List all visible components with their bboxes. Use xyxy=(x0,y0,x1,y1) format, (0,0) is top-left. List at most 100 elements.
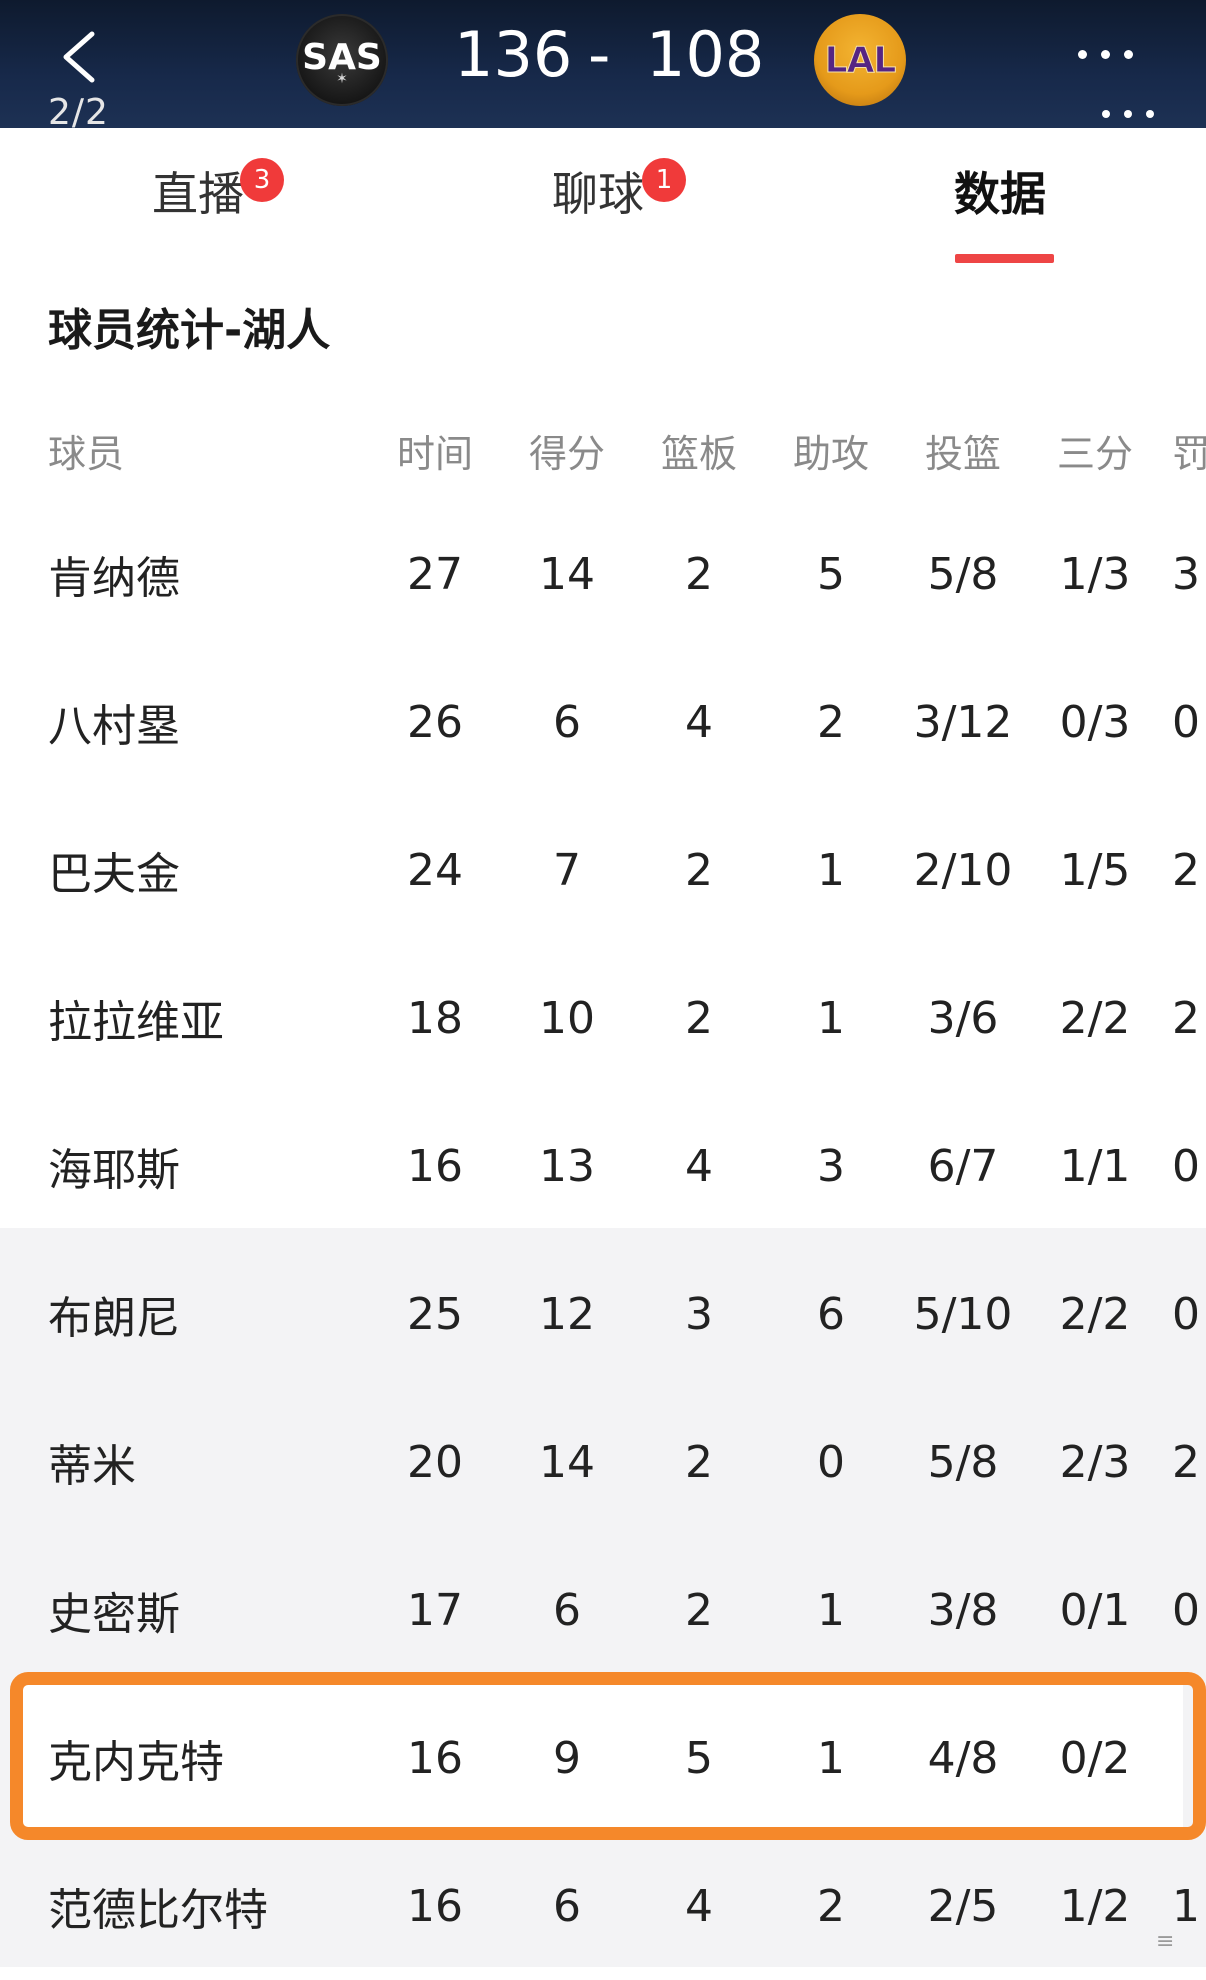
stat-assists: 2 xyxy=(817,1880,845,1932)
stat-assists: 1 xyxy=(817,1584,845,1636)
stat-field-goals: 3/8 xyxy=(927,1584,999,1636)
stat-minutes: 17 xyxy=(407,1584,463,1636)
table-row[interactable]: 八村塁 26 6 4 2 3/12 0/3 0 xyxy=(0,648,1206,796)
stat-points: 6 xyxy=(553,1880,581,1932)
section-title: 球员统计-湖人 xyxy=(48,305,331,356)
table-row[interactable]: 肯纳德 27 14 2 5 5/8 1/3 3 xyxy=(0,500,1206,648)
more-button[interactable] xyxy=(1078,44,1148,64)
more-dot-icon xyxy=(1124,49,1133,59)
stat-free-throws: 2 xyxy=(1172,1436,1200,1488)
player-name[interactable]: 蒂米 xyxy=(48,1388,136,1536)
table-row[interactable]: 蒂米 20 14 2 0 5/8 2/3 2 xyxy=(0,1388,1206,1536)
column-header-minutes[interactable]: 时间 xyxy=(380,400,490,500)
table-row[interactable]: 布朗尼 25 12 3 6 5/10 2/2 0 xyxy=(0,1240,1206,1388)
stat-field-goals: 5/8 xyxy=(927,1436,999,1488)
stat-assists: 1 xyxy=(817,1732,845,1784)
stat-rebounds: 2 xyxy=(685,548,713,600)
tab-live[interactable]: 直播 xyxy=(152,158,244,224)
player-name[interactable]: 克内克特 xyxy=(48,1684,224,1832)
player-name[interactable]: 布朗尼 xyxy=(48,1240,180,1388)
score-separator: - xyxy=(588,18,611,91)
player-name[interactable]: 肯纳德 xyxy=(48,500,180,648)
stat-minutes: 16 xyxy=(407,1140,463,1192)
page-indicator: 2/2 xyxy=(48,92,109,133)
stat-points: 14 xyxy=(539,548,595,600)
tab-chat[interactable]: 聊球 xyxy=(552,158,644,224)
stat-assists: 2 xyxy=(817,696,845,748)
stat-field-goals: 5/8 xyxy=(927,548,999,600)
more-dot-icon xyxy=(1146,110,1154,118)
stat-three-pointers: 1/5 xyxy=(1059,844,1131,896)
column-header-rebounds[interactable]: 篮板 xyxy=(644,400,754,500)
player-name[interactable]: 拉拉维亚 xyxy=(48,944,224,1092)
stat-points: 9 xyxy=(553,1732,581,1784)
back-button[interactable] xyxy=(52,22,112,92)
more-dot-icon xyxy=(1078,49,1087,59)
player-name[interactable]: 海耶斯 xyxy=(48,1092,180,1240)
stat-rebounds: 2 xyxy=(685,844,713,896)
table-row[interactable]: 史密斯 17 6 2 1 3/8 0/1 0 xyxy=(0,1536,1206,1684)
stat-assists: 5 xyxy=(817,548,845,600)
stat-three-pointers: 2/2 xyxy=(1059,1288,1131,1340)
stat-three-pointers: 1/1 xyxy=(1059,1140,1131,1192)
column-header-player[interactable]: 球员 xyxy=(48,400,124,500)
stat-minutes: 26 xyxy=(407,696,463,748)
stat-three-pointers: 2/2 xyxy=(1059,992,1131,1044)
stat-rebounds: 2 xyxy=(685,992,713,1044)
stat-minutes: 20 xyxy=(407,1436,463,1488)
more-dot-icon xyxy=(1124,110,1132,118)
secondary-more-icon[interactable] xyxy=(1102,110,1154,118)
stat-minutes: 16 xyxy=(407,1732,463,1784)
stat-field-goals: 6/7 xyxy=(927,1140,999,1192)
live-badge: 3 xyxy=(240,158,284,202)
player-name[interactable]: 八村塁 xyxy=(48,648,180,796)
stat-points: 10 xyxy=(539,992,595,1044)
home-team-logo[interactable]: SAS ✶ xyxy=(296,14,388,106)
stat-three-pointers: 0/3 xyxy=(1059,696,1131,748)
table-header-row: 球员 时间 得分 篮板 助攻 投篮 三分 罚 xyxy=(0,400,1206,500)
stat-free-throws: 1 xyxy=(1172,1880,1200,1932)
stat-minutes: 25 xyxy=(407,1288,463,1340)
away-team-logo[interactable]: LAL xyxy=(814,14,906,106)
stat-points: 12 xyxy=(539,1288,595,1340)
stat-field-goals: 3/12 xyxy=(913,696,1013,748)
stat-three-pointers: 1/3 xyxy=(1059,548,1131,600)
stat-free-throws: 2 xyxy=(1172,992,1200,1044)
table-row[interactable]: 海耶斯 16 13 4 3 6/7 1/1 0 xyxy=(0,1092,1206,1240)
stat-rebounds: 2 xyxy=(685,1436,713,1488)
stat-assists: 3 xyxy=(817,1140,845,1192)
table-row[interactable]: 巴夫金 24 7 2 1 2/10 1/5 2 xyxy=(0,796,1206,944)
column-header-points[interactable]: 得分 xyxy=(512,400,622,500)
stat-minutes: 24 xyxy=(407,844,463,896)
more-dot-icon xyxy=(1102,110,1110,118)
stat-field-goals: 3/6 xyxy=(927,992,999,1044)
stat-rebounds: 4 xyxy=(685,1880,713,1932)
away-team-abbr: LAL xyxy=(824,39,897,81)
table-row-highlighted[interactable]: 克内克特 16 9 5 1 4/8 0/2 xyxy=(0,1684,1206,1832)
table-row[interactable]: 拉拉维亚 18 10 2 1 3/6 2/2 2 xyxy=(0,944,1206,1092)
scroll-more-icon[interactable]: ≡ xyxy=(1156,1929,1196,1957)
tab-bar: 直播 3 聊球 1 数据 xyxy=(0,128,1206,268)
column-header-assists[interactable]: 助攻 xyxy=(776,400,886,500)
column-header-free-throws[interactable]: 罚 xyxy=(1172,400,1206,500)
spur-icon: ✶ xyxy=(336,70,348,87)
player-name[interactable]: 史密斯 xyxy=(48,1536,180,1684)
more-dot-icon xyxy=(1101,49,1110,59)
stat-free-throws: 0 xyxy=(1172,1288,1200,1340)
stat-minutes: 16 xyxy=(407,1880,463,1932)
stat-field-goals: 5/10 xyxy=(913,1288,1013,1340)
player-name[interactable]: 范德比尔特 xyxy=(48,1832,268,1980)
column-header-field-goals[interactable]: 投篮 xyxy=(908,400,1018,500)
stat-rebounds: 2 xyxy=(685,1584,713,1636)
tab-data[interactable]: 数据 xyxy=(954,158,1046,224)
stat-assists: 6 xyxy=(817,1288,845,1340)
stat-minutes: 18 xyxy=(407,992,463,1044)
column-header-three-pointers[interactable]: 三分 xyxy=(1040,400,1150,500)
home-score: 136 xyxy=(454,18,573,91)
stat-field-goals: 2/10 xyxy=(913,844,1013,896)
stat-three-pointers: 0/2 xyxy=(1059,1732,1131,1784)
stat-points: 6 xyxy=(553,1584,581,1636)
stat-points: 6 xyxy=(553,696,581,748)
player-name[interactable]: 巴夫金 xyxy=(48,796,180,944)
table-row[interactable]: 范德比尔特 16 6 4 2 2/5 1/2 1 xyxy=(0,1832,1206,1980)
